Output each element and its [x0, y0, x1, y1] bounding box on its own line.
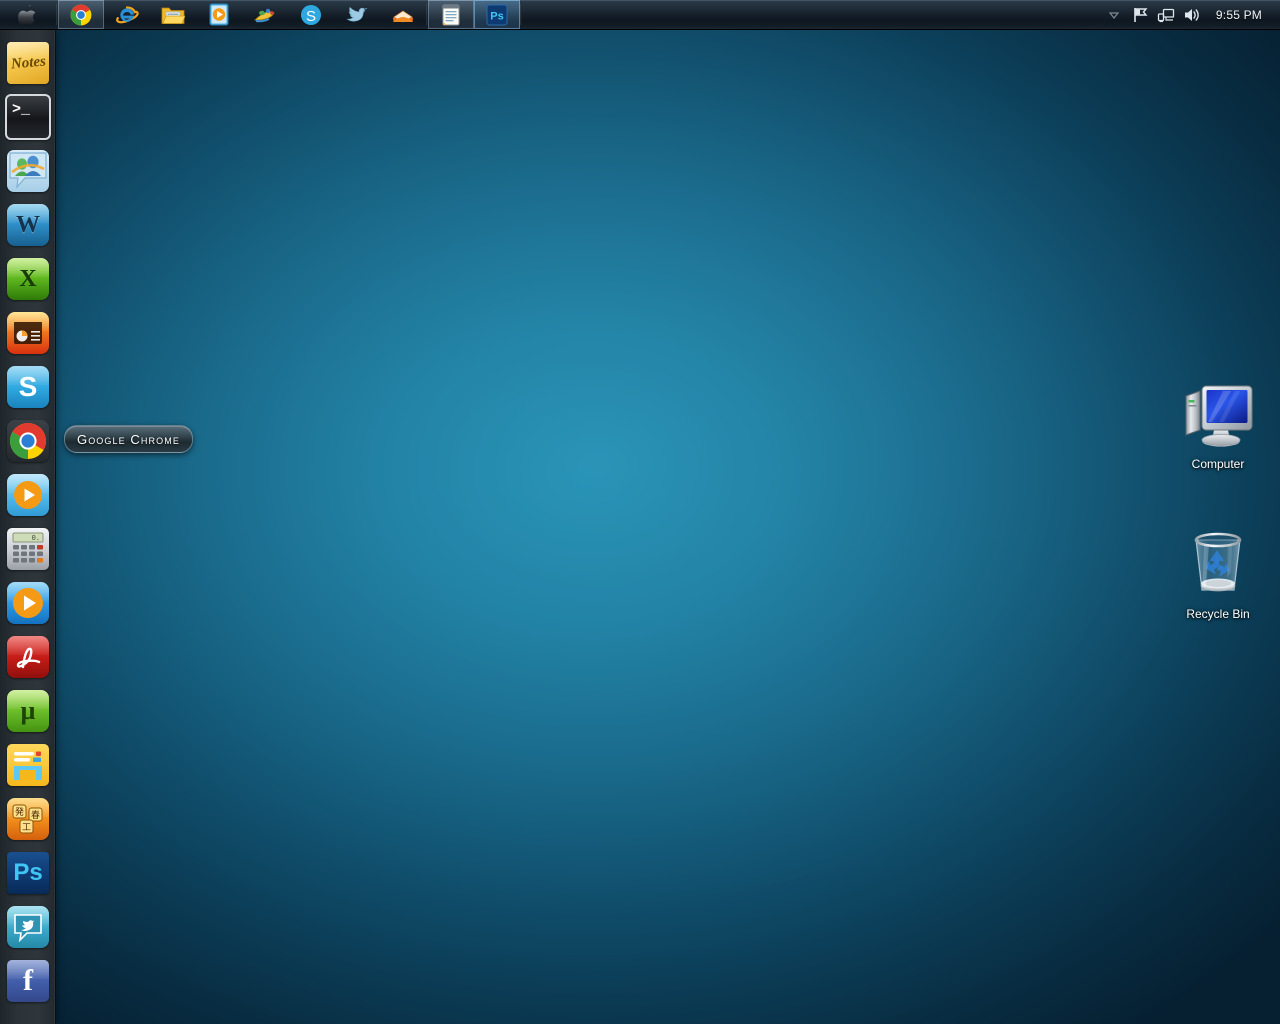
media-player-icon: [7, 474, 49, 516]
application-dock: Notes >_ W: [0, 30, 56, 1024]
dock-item-messenger[interactable]: [0, 144, 56, 198]
desktop-screen: Computer: [0, 0, 1280, 1024]
taskbar-button-skype[interactable]: S: [288, 0, 334, 29]
photoshop-icon: Ps: [7, 852, 49, 894]
desktop-wallpaper[interactable]: [0, 0, 1280, 1024]
calculator-icon: 0.: [7, 528, 49, 570]
play-circle-icon: [7, 582, 49, 624]
dock-item-adobe-reader[interactable]: [0, 630, 56, 684]
excel-icon: X: [7, 258, 49, 300]
skype-icon: S: [300, 4, 322, 26]
dock-item-photoshop[interactable]: Ps: [0, 846, 56, 900]
notepad-icon: [441, 3, 461, 26]
download-manager-icon: [7, 744, 49, 786]
taskbar-button-media-player[interactable]: [196, 0, 242, 29]
taskbar-button-mail[interactable]: [380, 0, 426, 29]
svg-text:Ps: Ps: [490, 10, 503, 22]
photoshop-icon: Ps: [486, 4, 508, 26]
internet-explorer-icon: [115, 3, 139, 27]
svg-text:S: S: [306, 8, 316, 25]
dock-item-powerpoint[interactable]: [0, 306, 56, 360]
recycle-bin-icon: [1178, 528, 1258, 604]
dock-item-skype[interactable]: S: [0, 360, 56, 414]
taskbar-button-adobe-photoshop[interactable]: Ps: [474, 0, 520, 29]
chevron-down-icon: [1108, 10, 1120, 20]
taskbar-button-notepad[interactable]: [428, 0, 474, 29]
desktop-icon-computer[interactable]: Computer: [1166, 378, 1270, 471]
sticky-note-icon: Notes: [7, 42, 49, 84]
dock-item-download-manager[interactable]: [0, 738, 56, 792]
dock-item-twitter[interactable]: [0, 900, 56, 954]
folder-icon: [161, 4, 185, 26]
dock-tooltip-label: Google Chrome: [77, 432, 180, 447]
svg-text:0.: 0.: [32, 535, 40, 543]
apple-logo-icon: [18, 4, 38, 26]
system-tray: 9:55 PM: [1102, 0, 1280, 29]
twitter-bird-icon: [345, 5, 369, 25]
mahjong-tiles-icon: 発 春 工: [7, 798, 49, 840]
media-player-icon: [209, 3, 229, 26]
speaker-icon: [1183, 6, 1201, 24]
terminal-icon: >_: [5, 94, 51, 140]
chrome-icon: [70, 4, 92, 26]
computer-monitor-icon: [1178, 378, 1258, 454]
powerpoint-icon: [7, 312, 49, 354]
clock[interactable]: 9:55 PM: [1206, 8, 1274, 22]
dock-item-media-player[interactable]: [0, 468, 56, 522]
taskbar-button-google-chrome[interactable]: [58, 0, 104, 29]
network-button[interactable]: [1154, 3, 1178, 27]
skype-icon: S: [7, 366, 49, 408]
svg-text:春: 春: [31, 809, 40, 821]
volume-button[interactable]: [1180, 3, 1204, 27]
taskbar-button-twitter[interactable]: [334, 0, 380, 29]
twitter-icon: [7, 906, 49, 948]
dock-item-vlc[interactable]: [0, 576, 56, 630]
flag-icon: [1131, 6, 1149, 24]
dock-item-word[interactable]: W: [0, 198, 56, 252]
show-hidden-icons-button[interactable]: [1102, 3, 1126, 27]
dock-tooltip: Google Chrome: [64, 425, 193, 453]
taskbar-button-windows-explorer[interactable]: [150, 0, 196, 29]
dock-item-excel[interactable]: X: [0, 252, 56, 306]
dock-item-calculator[interactable]: 0.: [0, 522, 56, 576]
svg-text:発: 発: [15, 806, 24, 818]
utorrent-icon: µ: [7, 690, 49, 732]
dock-item-terminal[interactable]: >_: [0, 90, 56, 144]
desktop-icon-label: Recycle Bin: [1186, 607, 1249, 621]
adobe-reader-icon: [7, 636, 49, 678]
network-icon: [1157, 6, 1175, 24]
dock-item-facebook[interactable]: f: [0, 954, 56, 1008]
facebook-icon: f: [7, 960, 49, 1002]
dock-item-utorrent[interactable]: µ: [0, 684, 56, 738]
taskbar-button-internet-explorer[interactable]: [104, 0, 150, 29]
chrome-icon: [7, 420, 49, 462]
paint-icon: [253, 4, 277, 26]
mail-envelope-icon: [391, 5, 415, 25]
dock-item-chrome[interactable]: [0, 414, 56, 468]
word-icon: W: [7, 204, 49, 246]
desktop-icon-recycle-bin[interactable]: Recycle Bin: [1166, 528, 1270, 621]
taskbar: S: [0, 0, 1280, 30]
action-center-button[interactable]: [1128, 3, 1152, 27]
taskbar-button-paint[interactable]: [242, 0, 288, 29]
taskbar-empty-area[interactable]: [522, 0, 1102, 29]
dock-item-games[interactable]: 発 春 工: [0, 792, 56, 846]
start-button[interactable]: [0, 0, 56, 29]
messenger-icon: [7, 150, 49, 192]
dock-item-notes[interactable]: Notes: [0, 36, 56, 90]
svg-text:工: 工: [22, 823, 31, 833]
desktop-icon-label: Computer: [1192, 457, 1245, 471]
